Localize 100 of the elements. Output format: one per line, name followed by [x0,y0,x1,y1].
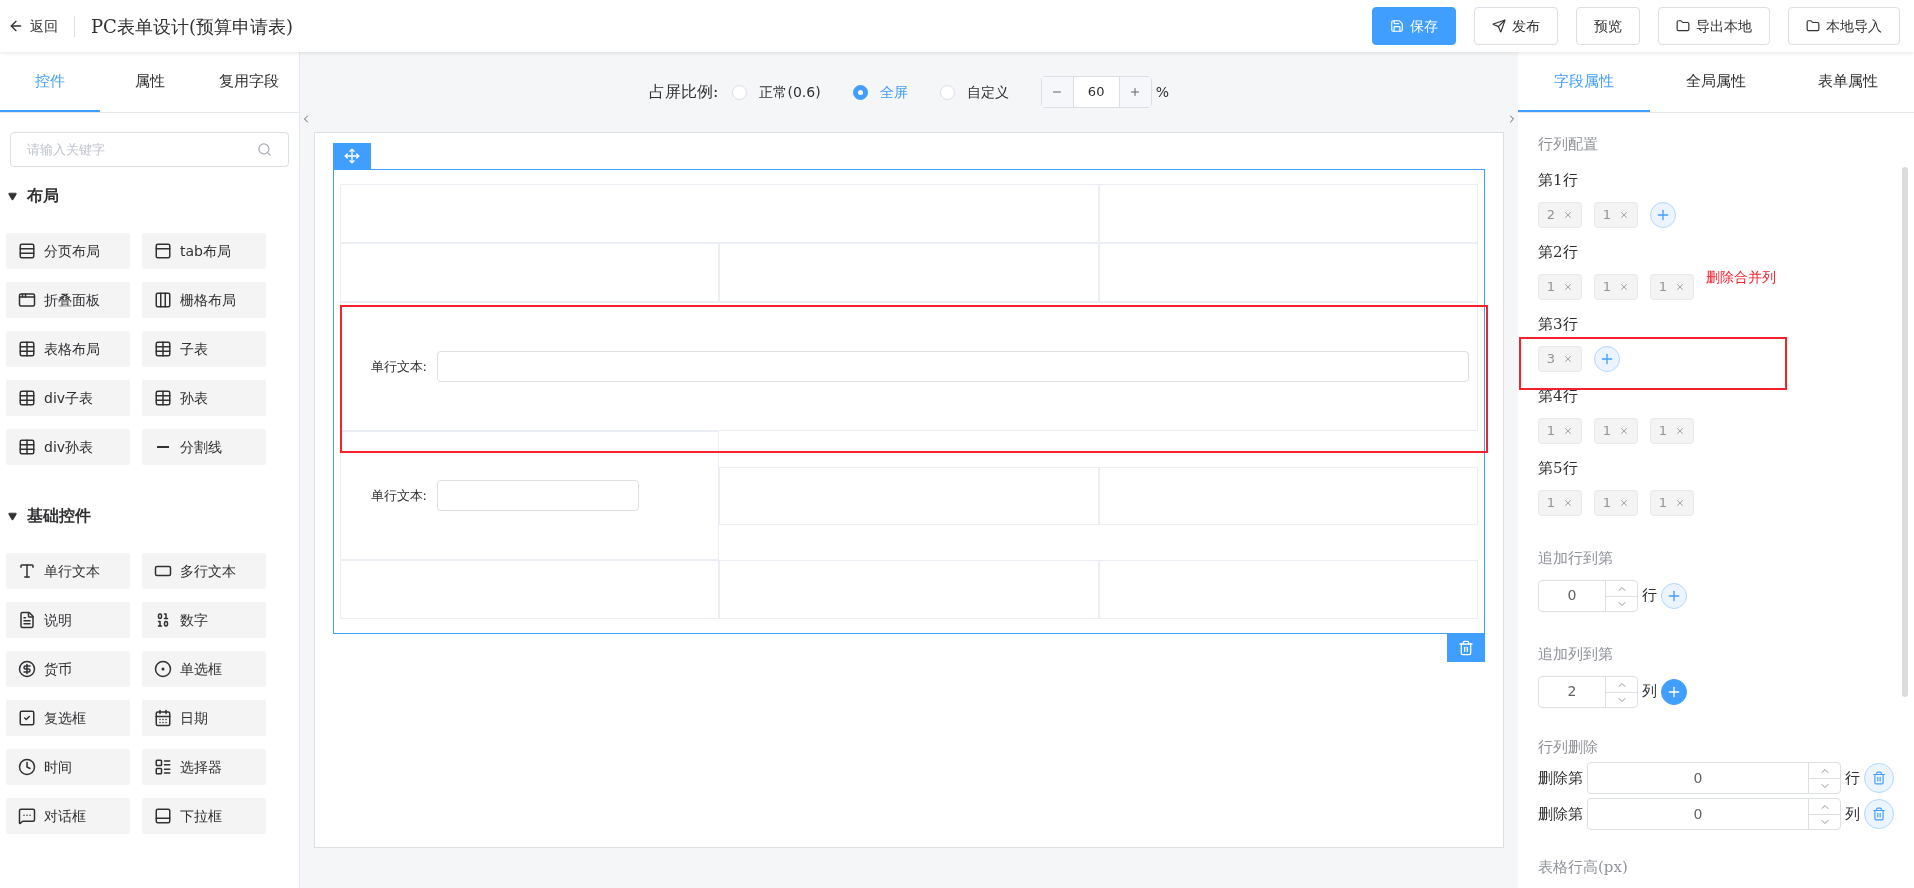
table-cell[interactable]: 单行文本: [340,302,1478,431]
widget-item[interactable]: 分页布局 [6,233,130,269]
radio[interactable] [852,84,868,100]
table-icon [154,340,172,358]
table-icon [18,389,36,407]
document-icon [18,611,36,629]
close-icon[interactable] [1563,353,1574,364]
calendar-icon [154,709,172,727]
section-title: 表格行高(px) [1538,857,1629,878]
widget-item[interactable]: 折叠面板 [6,282,130,318]
widget-item[interactable]: div孙表 [6,429,130,465]
widget-item[interactable]: 多行文本 [142,553,266,589]
close-icon[interactable] [1675,425,1686,436]
section-title: 布局 [27,185,59,207]
widget-item[interactable]: 日期 [142,700,266,736]
add-button[interactable] [1594,345,1620,372]
add-button[interactable] [1661,582,1687,609]
chat-icon [18,807,36,825]
collapse-caret-icon[interactable] [8,511,17,521]
widget-item[interactable]: 表格布局 [6,331,130,367]
list-icon [154,758,172,776]
text-icon [18,562,36,580]
toolbar-button[interactable]: 本地导入 [1788,7,1900,45]
tab-icon [154,242,172,260]
back-button[interactable]: 返回 [8,15,75,37]
tab[interactable]: 全局属性 [1650,52,1782,112]
text-field[interactable] [437,480,639,511]
row-label: 第4行 [1538,386,1578,405]
close-icon[interactable] [1619,209,1630,220]
trash-icon [1458,640,1474,656]
panel-icon [18,291,36,309]
widget-item[interactable]: 孙表 [142,380,266,416]
widget-item[interactable]: 对话框 [6,798,130,834]
close-icon[interactable] [1619,497,1630,508]
percent-label: % [1155,82,1169,102]
radio-option[interactable]: 正常(0.6) [732,81,821,103]
widget-item[interactable]: 下拉框 [142,798,266,834]
search-icon [257,142,272,157]
widget-item[interactable]: 栅格布局 [142,282,266,318]
send-icon [1492,19,1506,33]
search-input[interactable]: 请输入关键字 [27,139,257,160]
close-icon[interactable] [1563,497,1574,508]
toolbar-button[interactable]: 导出本地 [1658,7,1770,45]
section-title: 行列配置 [1538,134,1599,155]
currency-icon [18,660,36,678]
toolbar-button[interactable]: 预览 [1576,7,1640,45]
scrollbar[interactable] [1902,167,1908,697]
delete-button[interactable] [1447,634,1485,662]
toolbar-button[interactable]: 发布 [1474,7,1558,45]
widget-item[interactable]: 分割线 [142,429,266,465]
tab[interactable]: 复用字段 [199,52,299,112]
field-label: 删除第 [1538,767,1583,789]
number-field[interactable]: 2 [1538,675,1638,708]
tab[interactable]: 属性 [99,52,200,112]
widget-item[interactable]: div子表 [6,380,130,416]
number-field[interactable]: 0 [1538,579,1638,612]
move-handle[interactable] [333,143,371,169]
close-icon[interactable] [1563,281,1574,292]
widget-item[interactable]: 时间 [6,749,130,785]
close-icon[interactable] [1619,425,1630,436]
tab[interactable]: 表单属性 [1782,52,1914,112]
ratio-label: 占屏比例: [649,81,719,103]
folder-icon [1806,19,1820,33]
zoom-field[interactable]: 60 [1040,76,1152,108]
widget-item[interactable]: tab布局 [142,233,266,269]
table-icon [154,389,172,407]
widget-item[interactable]: 货币 [6,651,130,687]
add-button[interactable] [1650,201,1676,228]
widget-item[interactable]: 复选框 [6,700,130,736]
delete-button[interactable] [1864,799,1894,829]
widget-item[interactable]: 说明 [6,602,130,638]
close-icon[interactable] [1619,281,1630,292]
trash-icon [1872,807,1886,821]
close-icon[interactable] [1675,281,1686,292]
widget-item[interactable]: 单行文本 [6,553,130,589]
close-icon[interactable] [1563,425,1574,436]
text-field[interactable] [437,351,1469,382]
number-field[interactable]: 0 [1587,762,1841,794]
section-title: 追加行到第 [1538,548,1613,567]
delete-button[interactable] [1864,763,1894,793]
unit-label: 行 [1845,767,1860,789]
search-field[interactable]: 请输入关键字 [10,132,289,167]
collapse-caret-icon[interactable] [8,191,17,201]
unit-label: 行 [1642,585,1657,607]
section-title: 基础控件 [27,505,91,527]
add-button[interactable] [1661,678,1687,705]
unit-label: 列 [1845,803,1860,825]
number-field[interactable]: 0 [1587,798,1841,830]
section-title: 行列删除 [1538,736,1599,758]
move-icon [344,148,360,164]
plus-icon[interactable] [1129,86,1142,98]
close-icon[interactable] [1563,209,1574,220]
widget-item[interactable]: 子表 [142,331,266,367]
widget-item[interactable]: 单选框 [142,651,266,687]
close-icon[interactable] [1675,497,1686,508]
widget-item[interactable]: 选择器 [142,749,266,785]
radio-option[interactable]: 自定义 [939,81,1009,103]
widget-item[interactable]: 数字 [142,602,266,638]
table-cell[interactable]: 单行文本: [340,431,720,560]
row-label: 第2行 [1538,242,1578,261]
